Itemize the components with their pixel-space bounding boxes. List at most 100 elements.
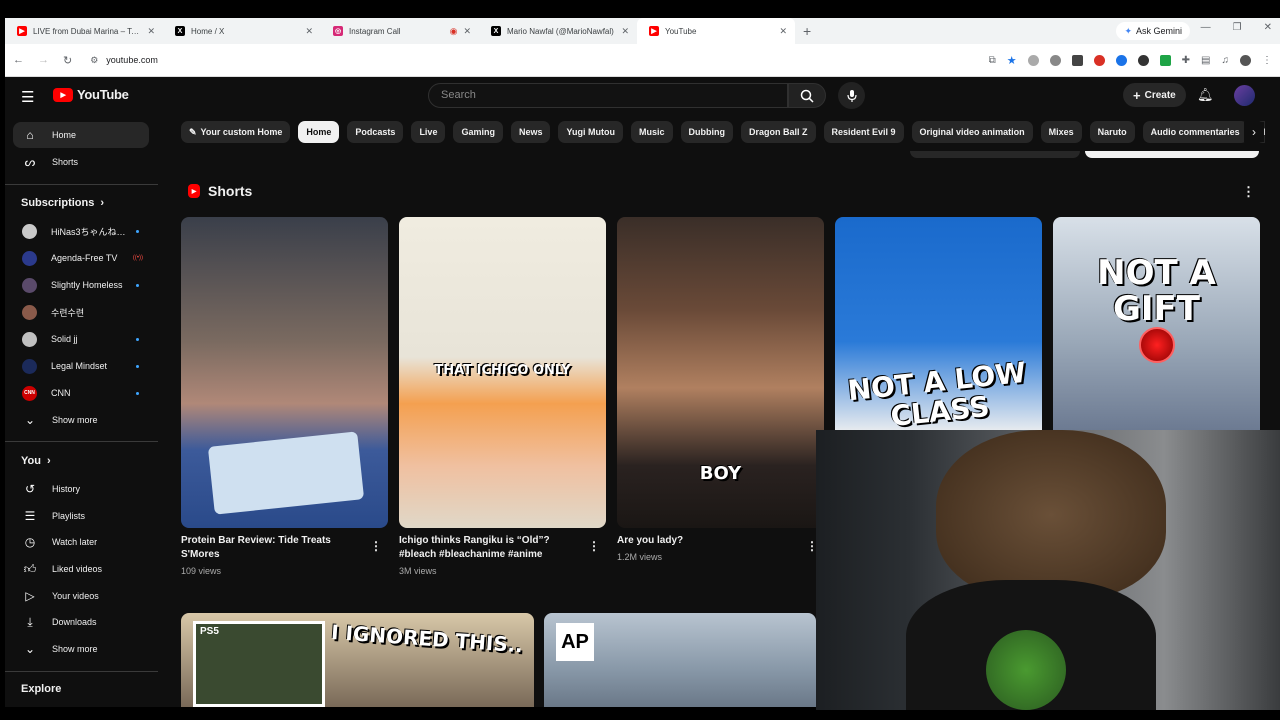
close-icon[interactable]: ✕ (147, 26, 155, 37)
sidebar-item-watch-later[interactable]: ◷ Watch later (13, 529, 149, 555)
chip-yugi-mutou[interactable]: Yugi Mutou (558, 121, 623, 143)
sidebar-item-playlists[interactable]: ☰ Playlists (13, 503, 149, 529)
sidebar-item-subscription[interactable]: Agenda-Free TV ((•)) (13, 245, 149, 271)
browser-tab-bar: ▶ LIVE from Dubai Marina – Tensi ✕ X Hom… (5, 18, 1280, 44)
chip-dragon-ball-z[interactable]: Dragon Ball Z (741, 121, 816, 143)
chip-live[interactable]: Live (411, 121, 446, 143)
short-card[interactable]: Protein Bar Review: Tide Treats S'Mores … (181, 217, 388, 576)
new-content-dot (136, 337, 139, 341)
chip-audio-commentaries[interactable]: Audio commentaries (1142, 121, 1248, 143)
profile-avatar-icon[interactable] (1240, 54, 1251, 66)
create-button[interactable]: + Create (1123, 83, 1186, 107)
short-thumbnail[interactable]: BOY (617, 217, 824, 528)
chip-mixes[interactable]: Mixes (1040, 121, 1082, 143)
more-vert-icon[interactable]: ⋮ (370, 539, 382, 553)
browser-tab[interactable]: ◎ Instagram Call ◉ ✕ (321, 18, 479, 44)
youtube-favicon-icon: ▶ (649, 26, 659, 36)
sidebar-item-subscription[interactable]: HiNas3ちゃんね… (13, 218, 149, 244)
bookmark-star-icon[interactable]: ★ (1007, 54, 1017, 67)
chip-music[interactable]: Music (630, 121, 673, 143)
browser-tab[interactable]: X Home / X ✕ (163, 18, 321, 44)
close-icon[interactable]: ✕ (305, 26, 313, 37)
chip-naruto[interactable]: Naruto (1089, 121, 1135, 143)
browser-tab[interactable]: ▶ LIVE from Dubai Marina – Tensi ✕ (5, 18, 163, 44)
extension-icon[interactable] (1115, 54, 1127, 66)
url-field[interactable]: ⚙ youtube.com (86, 48, 886, 72)
shorts-title: Shorts (208, 183, 253, 199)
chip-label: Podcasts (355, 127, 396, 137)
media-icon[interactable]: ♫ (1222, 55, 1230, 66)
puzzle-icon[interactable]: ✚ (1182, 55, 1190, 66)
chevron-down-icon: ⌄ (24, 413, 36, 427)
chip-dubbing[interactable]: Dubbing (680, 121, 733, 143)
video-thumbnail[interactable]: AP (544, 613, 816, 707)
back-icon[interactable]: ← (13, 54, 24, 66)
more-vert-icon[interactable]: ⋮ (588, 539, 600, 553)
close-icon[interactable]: ✕ (621, 26, 629, 37)
browser-tab[interactable]: X Mario Nawfal (@MarioNawfal) ✕ (479, 18, 637, 44)
chip-resident-evil-9[interactable]: Resident Evil 9 (823, 121, 904, 143)
menu-icon[interactable]: ☰ (21, 88, 34, 106)
chip-news[interactable]: News (510, 121, 551, 143)
extension-icon[interactable] (1137, 54, 1149, 66)
you-heading[interactable]: You › (21, 455, 51, 467)
install-app-icon[interactable]: ⧉ (989, 55, 996, 66)
extension-icon[interactable] (1071, 54, 1083, 66)
sidebar-item-subscription[interactable]: 수련수련 (13, 299, 149, 325)
subscriptions-heading[interactable]: Subscriptions › (21, 197, 104, 209)
sidebar-item-subscription[interactable]: CNN CNN (13, 380, 149, 406)
new-tab-button[interactable]: + (803, 23, 811, 39)
show-more-button[interactable]: ⌄ Show more (13, 636, 149, 662)
short-card[interactable]: BOY Are you lady? 1.2M views ⋮ (617, 217, 824, 562)
close-icon[interactable]: ✕ (779, 26, 787, 37)
extension-icon[interactable] (1027, 54, 1039, 66)
chip-home[interactable]: Home (298, 121, 340, 143)
site-info-icon[interactable]: ⚙ (90, 55, 98, 66)
notifications-icon[interactable]: 🔔︎ (1197, 87, 1214, 103)
more-vert-icon[interactable]: ⋮ (1262, 55, 1272, 66)
chip-gaming[interactable]: Gaming (453, 121, 503, 143)
restore-icon[interactable]: ❐ (1233, 22, 1242, 33)
voice-search-button[interactable] (838, 82, 865, 109)
close-window-icon[interactable]: ✕ (1264, 22, 1272, 33)
extension-icon[interactable] (1049, 54, 1061, 66)
extension-icon[interactable] (1093, 54, 1105, 66)
short-card[interactable]: THAT ICHIGO ONLY Ichigo thinks Rangiku i… (399, 217, 606, 576)
search-placeholder: Search (441, 89, 476, 101)
reload-icon[interactable]: ↻ (63, 54, 72, 67)
short-thumbnail[interactable]: THAT ICHIGO ONLY (399, 217, 606, 528)
sidebar-item-subscription[interactable]: Legal Mindset (13, 353, 149, 379)
home-icon: ⌂ (26, 128, 34, 142)
sidebar-item-subscription[interactable]: Slightly Homeless (13, 272, 149, 298)
sidebar-item-shorts[interactable]: ᔕ Shorts (13, 149, 149, 175)
search-button[interactable] (788, 83, 826, 108)
show-more-button[interactable]: ⌄ Show more (13, 407, 149, 433)
plus-icon: + (1133, 87, 1141, 103)
youtube-logo[interactable]: ▶ YouTube (53, 87, 129, 102)
chip-your-custom-home[interactable]: ✎ Your custom Home (181, 121, 291, 143)
sidebar-item-liked-videos[interactable]: 👍︎ Liked videos (13, 556, 149, 582)
short-title: Protein Bar Review: Tide Treats S'Mores (181, 535, 331, 560)
close-icon[interactable]: ✕ (463, 26, 471, 37)
short-thumbnail[interactable] (181, 217, 388, 528)
ask-gemini-button[interactable]: ✦ Ask Gemini (1116, 22, 1190, 40)
sidebar-item-downloads[interactable]: ⤓ Downloads (13, 609, 149, 635)
channel-avatar (22, 304, 37, 320)
avatar[interactable] (1234, 85, 1255, 106)
minimize-icon[interactable]: — (1201, 22, 1211, 33)
search-input[interactable]: Search (428, 83, 788, 108)
chevron-right-icon[interactable]: › (1244, 122, 1264, 142)
forward-icon[interactable]: → (38, 54, 49, 66)
more-vert-icon[interactable]: ⋮ (1242, 184, 1255, 200)
sidebar-item-history[interactable]: ↺ History (13, 476, 149, 502)
chip-podcasts[interactable]: Podcasts (347, 121, 404, 143)
video-thumbnail[interactable]: PS5 I IGNORED THIS.. (181, 613, 534, 707)
sidebar-item-subscription[interactable]: Solid jj (13, 326, 149, 352)
browser-tab-active[interactable]: ▶ YouTube ✕ (637, 18, 795, 44)
youtube-favicon-icon: ▶ (17, 26, 27, 36)
reading-mode-icon[interactable]: ▤ (1201, 55, 1210, 66)
chip-original-video-animation[interactable]: Original video animation (911, 121, 1033, 143)
sidebar-item-home[interactable]: ⌂ Home (13, 122, 149, 148)
sidebar-item-your-videos[interactable]: ▷ Your videos (13, 583, 149, 609)
extension-icon[interactable] (1159, 54, 1171, 66)
